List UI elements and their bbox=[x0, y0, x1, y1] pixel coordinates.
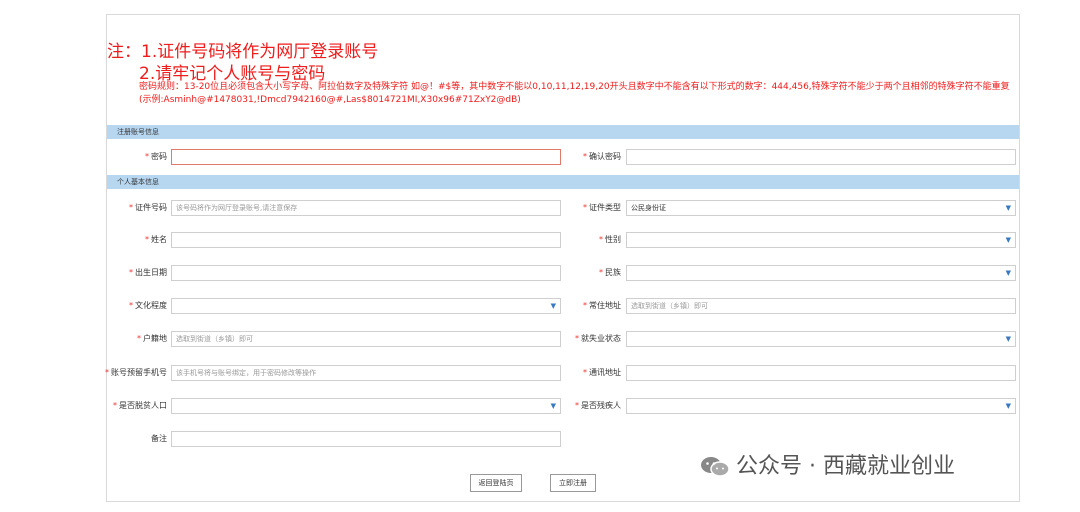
chevron-down-icon: ▼ bbox=[1005, 236, 1011, 244]
birth-date-input[interactable] bbox=[171, 265, 561, 281]
poverty-select[interactable]: ▼ bbox=[171, 398, 561, 414]
address-label: * 通讯地址 bbox=[583, 368, 621, 377]
disabled-select[interactable]: ▼ bbox=[626, 398, 1016, 414]
registration-panel: 注：1.证件号码将作为网厅登录账号 2.请牢记个人账号与密码 密码规则：13-2… bbox=[105, 14, 1020, 502]
employment-select[interactable]: ▼ bbox=[626, 331, 1016, 347]
wechat-icon bbox=[701, 457, 730, 477]
id-number-input[interactable]: 该号码将作为网厅登录账号,请注意保存 bbox=[171, 200, 561, 216]
section-account-info: 注册账号信息 bbox=[107, 125, 1019, 139]
id-number-label: * 证件号码 bbox=[129, 203, 167, 212]
chevron-down-icon: ▼ bbox=[1005, 335, 1011, 343]
chevron-down-icon: ▼ bbox=[1005, 402, 1011, 410]
register-button[interactable]: 立即注册 bbox=[550, 474, 596, 492]
password-label: * 密码 bbox=[145, 152, 167, 161]
phone-label: * 账号预留手机号 bbox=[105, 368, 167, 377]
gender-select[interactable]: ▼ bbox=[626, 232, 1016, 248]
chevron-down-icon: ▼ bbox=[550, 302, 556, 310]
name-input[interactable] bbox=[171, 232, 561, 248]
gender-label: * 性别 bbox=[599, 235, 621, 244]
watermark: 公众号 · 西藏就业创业 bbox=[700, 448, 955, 480]
household-input[interactable]: 选取到街道（乡镇）即可 bbox=[171, 331, 561, 347]
residence-label: * 常住地址 bbox=[583, 301, 621, 310]
chevron-down-icon: ▼ bbox=[1005, 269, 1011, 277]
birth-date-label: * 出生日期 bbox=[129, 268, 167, 277]
id-type-select[interactable]: 公民身份证 ▼ bbox=[626, 200, 1016, 216]
back-to-login-button[interactable]: 返回登陆页 bbox=[470, 474, 522, 492]
id-type-label: * 证件类型 bbox=[583, 203, 621, 212]
phone-input[interactable]: 该手机号将与账号绑定，用于密码修改等操作 bbox=[171, 365, 561, 381]
education-label: * 文化程度 bbox=[129, 301, 167, 310]
name-label: * 姓名 bbox=[145, 235, 167, 244]
confirm-password-label: * 确认密码 bbox=[583, 152, 621, 161]
ethnicity-select[interactable]: ▼ bbox=[626, 265, 1016, 281]
confirm-password-input[interactable] bbox=[626, 149, 1016, 165]
password-rule: 密码规则：13-20位且必须包含大小写字母、阿拉伯数字及特殊字符 如@！#$等，… bbox=[139, 82, 1010, 105]
chevron-down-icon: ▼ bbox=[550, 402, 556, 410]
education-select[interactable]: ▼ bbox=[171, 298, 561, 314]
chevron-down-icon: ▼ bbox=[1005, 204, 1011, 212]
ethnicity-label: * 民族 bbox=[599, 268, 621, 277]
poverty-label: * 是否脱贫人口 bbox=[113, 401, 167, 410]
remark-input[interactable] bbox=[171, 431, 561, 447]
remark-label: 备注 bbox=[151, 434, 167, 443]
password-input[interactable] bbox=[171, 149, 561, 165]
address-input[interactable] bbox=[626, 365, 1016, 381]
household-label: * 户籍地 bbox=[137, 334, 167, 343]
employment-label: * 就失业状态 bbox=[575, 334, 621, 343]
section-personal-info: 个人基本信息 bbox=[107, 175, 1019, 189]
disabled-label: * 是否残疾人 bbox=[575, 401, 621, 410]
residence-input[interactable]: 选取到街道（乡镇）即可 bbox=[626, 298, 1016, 314]
